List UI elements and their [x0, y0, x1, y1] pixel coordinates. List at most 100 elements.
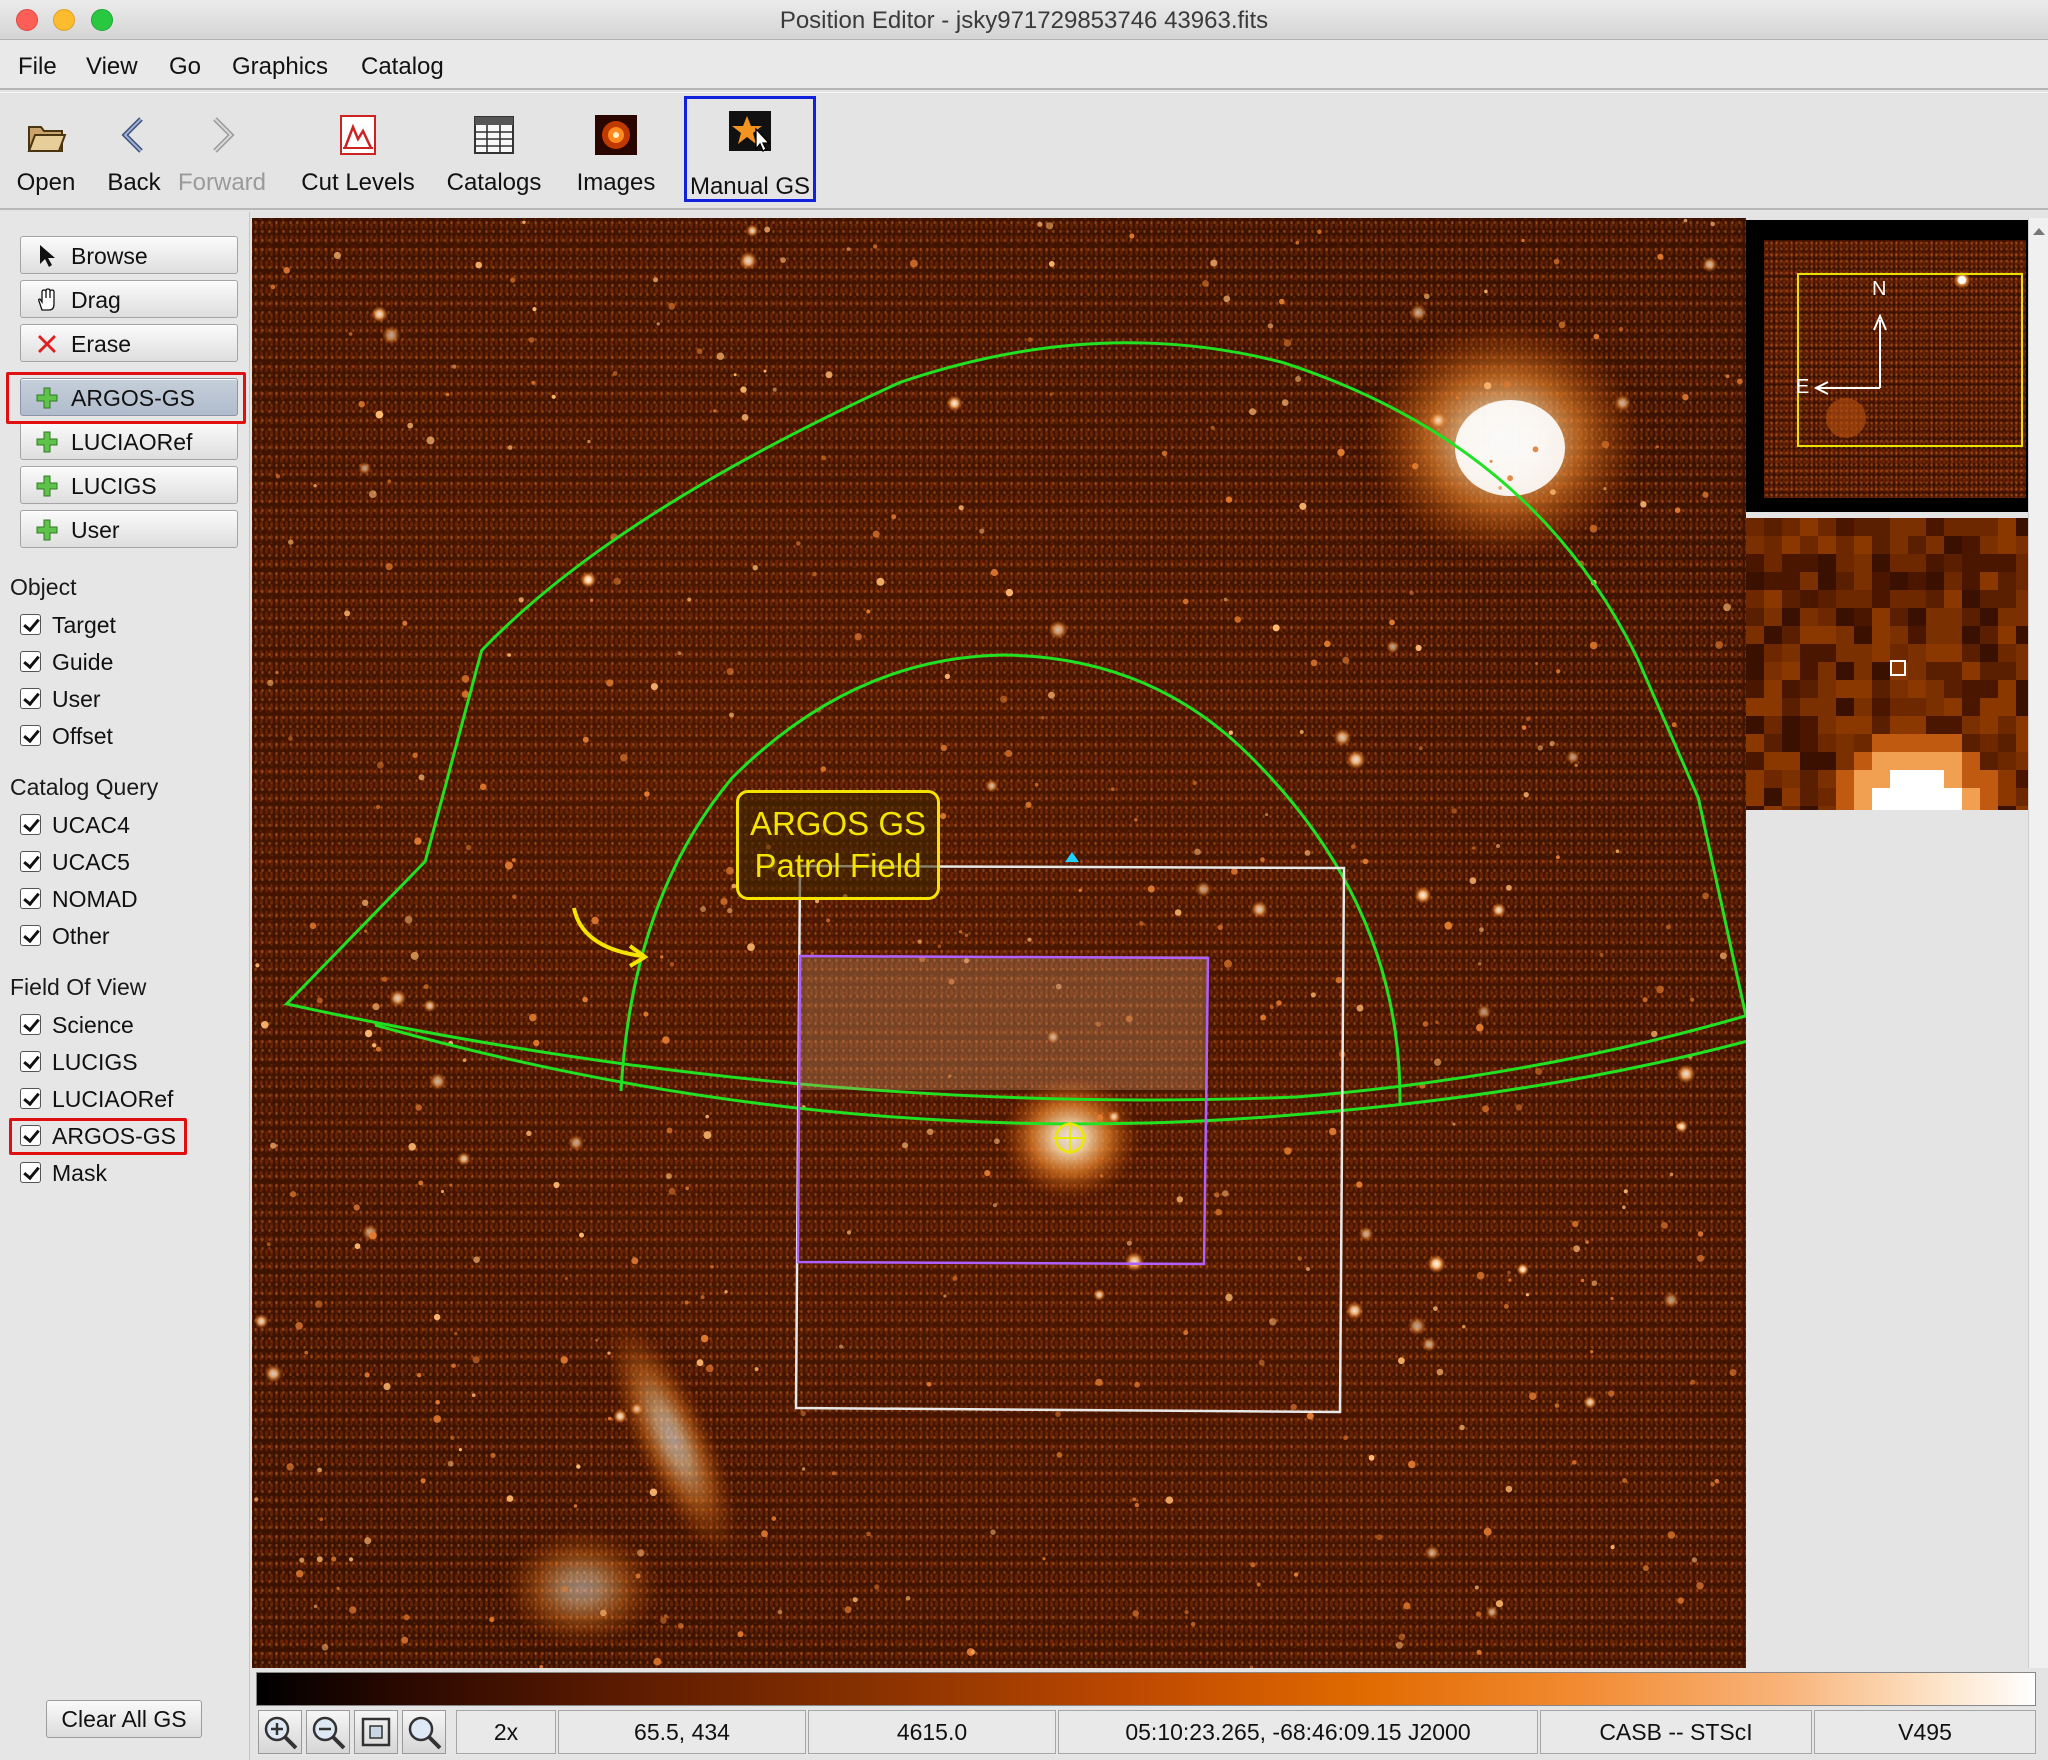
star	[772, 387, 777, 392]
scroll-up-arrow-icon[interactable]	[2030, 222, 2048, 242]
star	[1683, 218, 1688, 223]
star	[1503, 380, 1511, 389]
star	[1528, 1392, 1537, 1400]
star	[1099, 1174, 1104, 1178]
star	[529, 1013, 537, 1022]
drag-tool-button[interactable]: Drag	[20, 280, 238, 318]
title-bar: Position Editor - jsky971729853746 43963…	[0, 0, 2048, 40]
star	[653, 277, 658, 283]
clear-all-gs-button[interactable]: Clear All GS	[46, 1700, 202, 1738]
star	[1317, 229, 1322, 234]
star	[381, 325, 401, 345]
user-tool-button[interactable]: User	[20, 510, 238, 548]
star	[1462, 1324, 1466, 1329]
star	[1276, 1000, 1282, 1006]
menu-catalog[interactable]: Catalog	[361, 53, 444, 81]
browse-tool-button[interactable]: Browse	[20, 236, 238, 274]
star	[1356, 1181, 1363, 1188]
colorbar[interactable]	[256, 1672, 2036, 1706]
star	[362, 899, 369, 906]
star	[669, 962, 675, 967]
images-button[interactable]: Images	[570, 93, 662, 209]
star	[275, 1144, 278, 1148]
sky-image-canvas[interactable]: ARGOS GS Patrol Field	[252, 218, 1746, 1668]
star	[1661, 1222, 1668, 1229]
star	[522, 220, 526, 224]
band-readout: V495	[1814, 1710, 2036, 1754]
star	[1591, 1280, 1598, 1286]
pan-window[interactable]: N E	[1746, 220, 2040, 512]
star	[418, 1180, 424, 1186]
star	[573, 1504, 578, 1508]
forward-button[interactable]: Forward	[172, 93, 272, 209]
star	[1556, 669, 1561, 674]
star	[1046, 222, 1054, 230]
star	[1250, 900, 1269, 919]
star	[1182, 598, 1189, 605]
erase-tool-button[interactable]: Erase	[20, 324, 238, 362]
star	[644, 791, 650, 797]
star	[1184, 1610, 1189, 1615]
star	[703, 1131, 712, 1140]
star	[1435, 1020, 1439, 1024]
star	[1702, 491, 1709, 498]
star	[349, 1606, 357, 1614]
star	[1134, 1502, 1140, 1508]
star	[1725, 374, 1730, 379]
star	[1618, 326, 1624, 332]
star	[917, 939, 922, 944]
left-panel: Browse Drag Erase ARGOS-GS LUCIAORef LUC…	[0, 212, 250, 1760]
catalogs-button[interactable]: Catalogs	[440, 93, 548, 209]
open-button[interactable]: Open	[6, 93, 86, 209]
vertical-scrollbar[interactable]	[2028, 218, 2048, 1668]
star	[531, 380, 536, 385]
star	[1614, 394, 1631, 412]
star	[1623, 1189, 1628, 1194]
star	[1048, 620, 1068, 640]
star	[1265, 813, 1269, 817]
star	[1496, 844, 1500, 848]
star	[1476, 1611, 1482, 1617]
menu-view[interactable]: View	[86, 53, 138, 81]
star	[660, 955, 664, 959]
star	[412, 752, 418, 758]
star	[854, 633, 862, 641]
compass-north-label: N	[1872, 278, 1887, 300]
star	[1234, 616, 1242, 623]
star	[1476, 1649, 1482, 1655]
forward-arrow-icon	[213, 117, 235, 153]
zoom-in-button[interactable]	[258, 1710, 302, 1754]
lucigs-tool-button[interactable]: LUCIGS	[20, 466, 238, 504]
star	[532, 307, 537, 312]
back-button[interactable]: Back	[96, 93, 172, 209]
star	[1037, 221, 1043, 227]
star	[1444, 921, 1453, 930]
star	[1710, 221, 1716, 227]
star	[1651, 1030, 1658, 1038]
star	[844, 1606, 852, 1614]
zoom-actual-button[interactable]	[402, 1710, 446, 1754]
star	[316, 1556, 323, 1563]
star	[1224, 959, 1232, 968]
star	[408, 1143, 416, 1151]
menu-go[interactable]: Go	[169, 53, 201, 81]
menu-file[interactable]: File	[18, 53, 57, 81]
star	[1696, 1582, 1704, 1590]
star	[1507, 475, 1513, 482]
star	[1414, 886, 1432, 904]
cut-levels-button[interactable]: Cut Levels	[294, 93, 422, 209]
star	[1690, 1379, 1696, 1385]
zoom-out-button[interactable]	[306, 1710, 350, 1754]
star	[1398, 1633, 1406, 1641]
star	[1729, 1369, 1737, 1376]
menu-graphics[interactable]: Graphics	[232, 53, 328, 81]
star	[275, 670, 279, 675]
star	[1508, 1278, 1512, 1282]
star	[1484, 382, 1492, 390]
star	[512, 894, 517, 900]
star	[1174, 909, 1182, 916]
zoom-fit-button[interactable]	[354, 1710, 398, 1754]
luciaoref-tool-button[interactable]: LUCIAORef	[20, 422, 238, 460]
star	[970, 1649, 976, 1655]
star	[1478, 962, 1482, 966]
